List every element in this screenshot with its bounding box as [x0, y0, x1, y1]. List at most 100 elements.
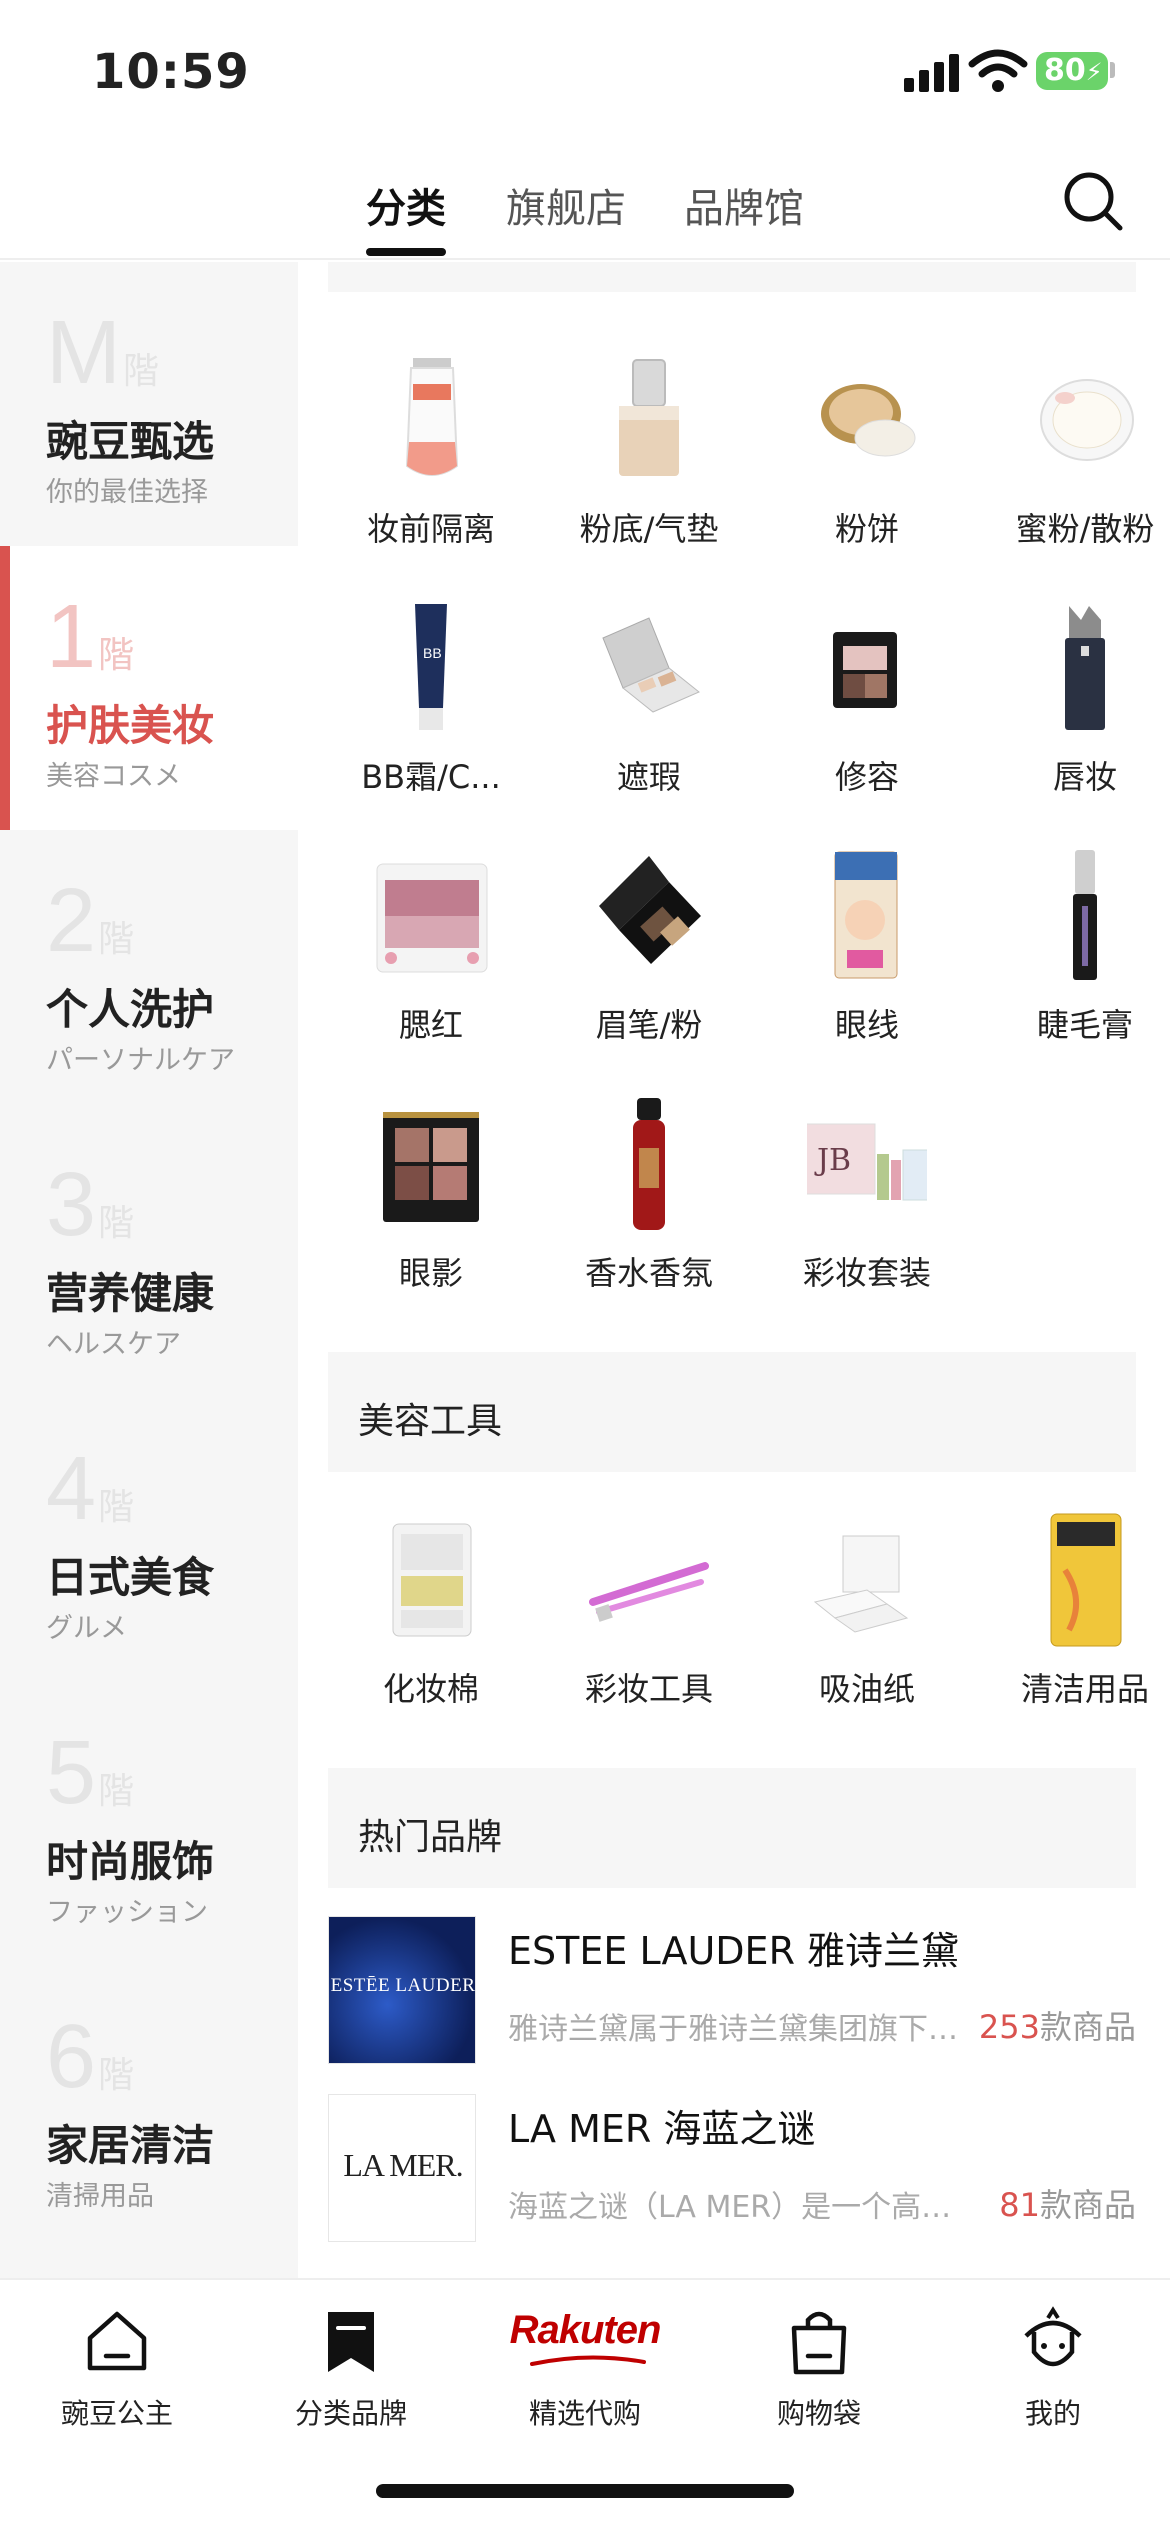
nav-item-5[interactable]: 5階 时尚服饰 ファッション [0, 1682, 298, 1966]
bottom-nav-rakuten[interactable]: Rakuten 精选代购 [468, 2280, 702, 2460]
category-item[interactable]: 妆前隔离 [322, 342, 540, 592]
category-item[interactable]: 眉笔/粉 [540, 838, 758, 1088]
signal-icon [904, 52, 960, 92]
concealer-palette-icon [602, 617, 700, 713]
brow-powder-icon [599, 856, 701, 964]
bottom-nav-bag[interactable]: 购物袋 [702, 2280, 936, 2460]
brand-logo-text: ESTĒE LAUDER [330, 1975, 476, 1996]
rakuten-logo: Rakuten [509, 2308, 662, 2352]
nav-item-3[interactable]: 3階 营养健康 ヘルスケア [0, 1114, 298, 1398]
bottom-nav-label: 分类品牌 [294, 2397, 407, 2430]
nav-subtitle: ファッション [46, 1897, 208, 1928]
category-item[interactable]: 蜜粉/散粉 [976, 342, 1170, 592]
nav-floor-number: 5 [46, 1723, 97, 1823]
nav-floor-kai: 階 [98, 1770, 135, 1811]
blush-compact-icon [376, 863, 488, 973]
blotting-paper-icon [813, 1535, 909, 1633]
section-header-hot-brands: 热门品牌 [328, 1768, 1136, 1888]
wifi-icon [968, 49, 1028, 92]
floor-nav: M階 豌豆甄选 你的最佳选择 1階 护肤美妆 美容コスメ 2階 个人洗护 パーソ… [0, 262, 298, 2278]
nav-item-6[interactable]: 6階 家居清洁 清掃用品 [0, 1966, 298, 2250]
makeup-set-icon: JB [807, 1123, 927, 1201]
category-item[interactable]: 修容 [758, 590, 976, 840]
search-icon[interactable] [1062, 170, 1124, 232]
nav-title: 护肤美妆 [46, 701, 215, 750]
nav-active-indicator [0, 546, 10, 830]
brand-name: LA MER 海蓝之谜 [508, 2107, 816, 2151]
category-label: 彩妆工具 [584, 1670, 713, 1708]
category-item[interactable]: 香水香氛 [540, 1086, 758, 1336]
category-item[interactable]: 眼线 [758, 838, 976, 1088]
category-item[interactable]: 睫毛膏 [976, 838, 1170, 1088]
bottom-nav-profile[interactable]: 我的 [936, 2280, 1170, 2460]
eyeliner-icon [834, 851, 898, 979]
bottom-nav-category[interactable]: 分类品牌 [234, 2280, 468, 2460]
nav-item-1[interactable]: 1階 护肤美妆 美容コスメ [0, 546, 298, 830]
category-label: 遮瑕 [616, 758, 681, 796]
category-item[interactable]: 唇妆 [976, 590, 1170, 840]
category-item[interactable]: JB 彩妆套装 [758, 1086, 976, 1336]
category-item[interactable]: 吸油纸 [758, 1502, 976, 1752]
brand-row[interactable]: LA MER. LA MER 海蓝之谜 海蓝之谜（LA MER）是一个高端… 8… [328, 2094, 1136, 2254]
tab-underline [366, 248, 446, 256]
category-label: 粉饼 [834, 510, 899, 548]
nav-floor-kai: 階 [98, 2054, 135, 2095]
foundation-bottle-icon [619, 359, 679, 476]
perfume-bottle-icon [633, 1098, 665, 1230]
nav-floor-kai: 階 [98, 634, 135, 675]
nav-item-2[interactable]: 2階 个人洗护 パーソナルケア [0, 830, 298, 1114]
tab-category[interactable]: 分类 [366, 176, 446, 234]
nav-floor-number: 2 [46, 871, 97, 971]
category-item[interactable]: 粉饼 [758, 342, 976, 592]
primer-tube-icon [405, 358, 459, 476]
category-item[interactable]: 粉底/气垫 [540, 342, 758, 592]
section-header-makeup [328, 262, 1136, 292]
category-label: 修容 [834, 758, 899, 796]
category-item[interactable]: 化妆棉 [322, 1502, 540, 1752]
category-item[interactable]: 彩妆工具 [540, 1502, 758, 1752]
brand-row[interactable]: ESTĒE LAUDER ESTEE LAUDER 雅诗兰黛 雅诗兰黛属于雅诗兰… [328, 1916, 1136, 2076]
profile-icon [1024, 2306, 1082, 2367]
nav-floor-number: 3 [46, 1155, 97, 1255]
category-item[interactable]: 清洁用品 [976, 1502, 1170, 1752]
eyeshadow-palette-icon [383, 1112, 479, 1222]
nav-floor-kai: 階 [98, 1202, 135, 1243]
category-label: 腮红 [398, 1006, 463, 1044]
category-item[interactable]: BB BB霜/C... [322, 590, 540, 840]
brand-description: 海蓝之谜（LA MER）是一个高端… [508, 2190, 978, 2225]
category-content: 妆前隔离 粉底/气垫 粉饼 蜜粉/散粉 BB BB霜/C... 遮瑕 修容 唇妆… [298, 262, 1170, 2278]
nav-title: 豌豆甄选 [46, 417, 215, 466]
contour-palette-icon [833, 632, 897, 708]
count-number: 81 [999, 2186, 1040, 2224]
nav-floor-number: 4 [46, 1439, 97, 1539]
nav-title: 营养健康 [46, 1269, 215, 1318]
lipstick-icon [1065, 606, 1105, 730]
home-indicator [376, 2484, 794, 2498]
nav-title: 时尚服饰 [46, 1837, 215, 1886]
category-label: 眉笔/粉 [595, 1006, 703, 1044]
section-title: 美容工具 [358, 1401, 503, 1442]
bottom-nav-home[interactable]: 豌豆公主 [0, 2280, 234, 2460]
brand-logo: LA MER. [328, 2094, 476, 2242]
category-item[interactable]: 遮瑕 [540, 590, 758, 840]
category-item[interactable]: 腮红 [322, 838, 540, 1088]
brand-logo: ESTĒE LAUDER [328, 1916, 476, 2064]
brand-description: 雅诗兰黛属于雅诗兰黛集团旗下… [508, 2012, 958, 2047]
tab-flagship[interactable]: 旗舰店 [506, 176, 626, 234]
category-label: 香水香氛 [584, 1254, 713, 1292]
category-label: 彩妆套装 [802, 1254, 931, 1292]
nav-item-m[interactable]: M階 豌豆甄选 你的最佳选择 [0, 262, 298, 546]
section-header-beauty-tools: 美容工具 [328, 1352, 1136, 1472]
bottom-nav-label: 购物袋 [776, 2397, 861, 2430]
nav-subtitle: グルメ [46, 1613, 127, 1644]
category-label: 蜜粉/散粉 [1015, 510, 1155, 548]
nav-subtitle: 清掃用品 [46, 2181, 154, 2212]
battery-tip [1110, 62, 1115, 78]
count-number: 253 [978, 2008, 1040, 2046]
nav-subtitle: 你的最佳选择 [46, 477, 208, 508]
category-item[interactable]: 眼影 [322, 1086, 540, 1336]
bottom-nav-label: 精选代购 [528, 2397, 641, 2430]
nav-item-4[interactable]: 4階 日式美食 グルメ [0, 1398, 298, 1682]
tab-brands[interactable]: 品牌馆 [684, 176, 804, 234]
nav-subtitle: ヘルスケア [46, 1329, 181, 1360]
